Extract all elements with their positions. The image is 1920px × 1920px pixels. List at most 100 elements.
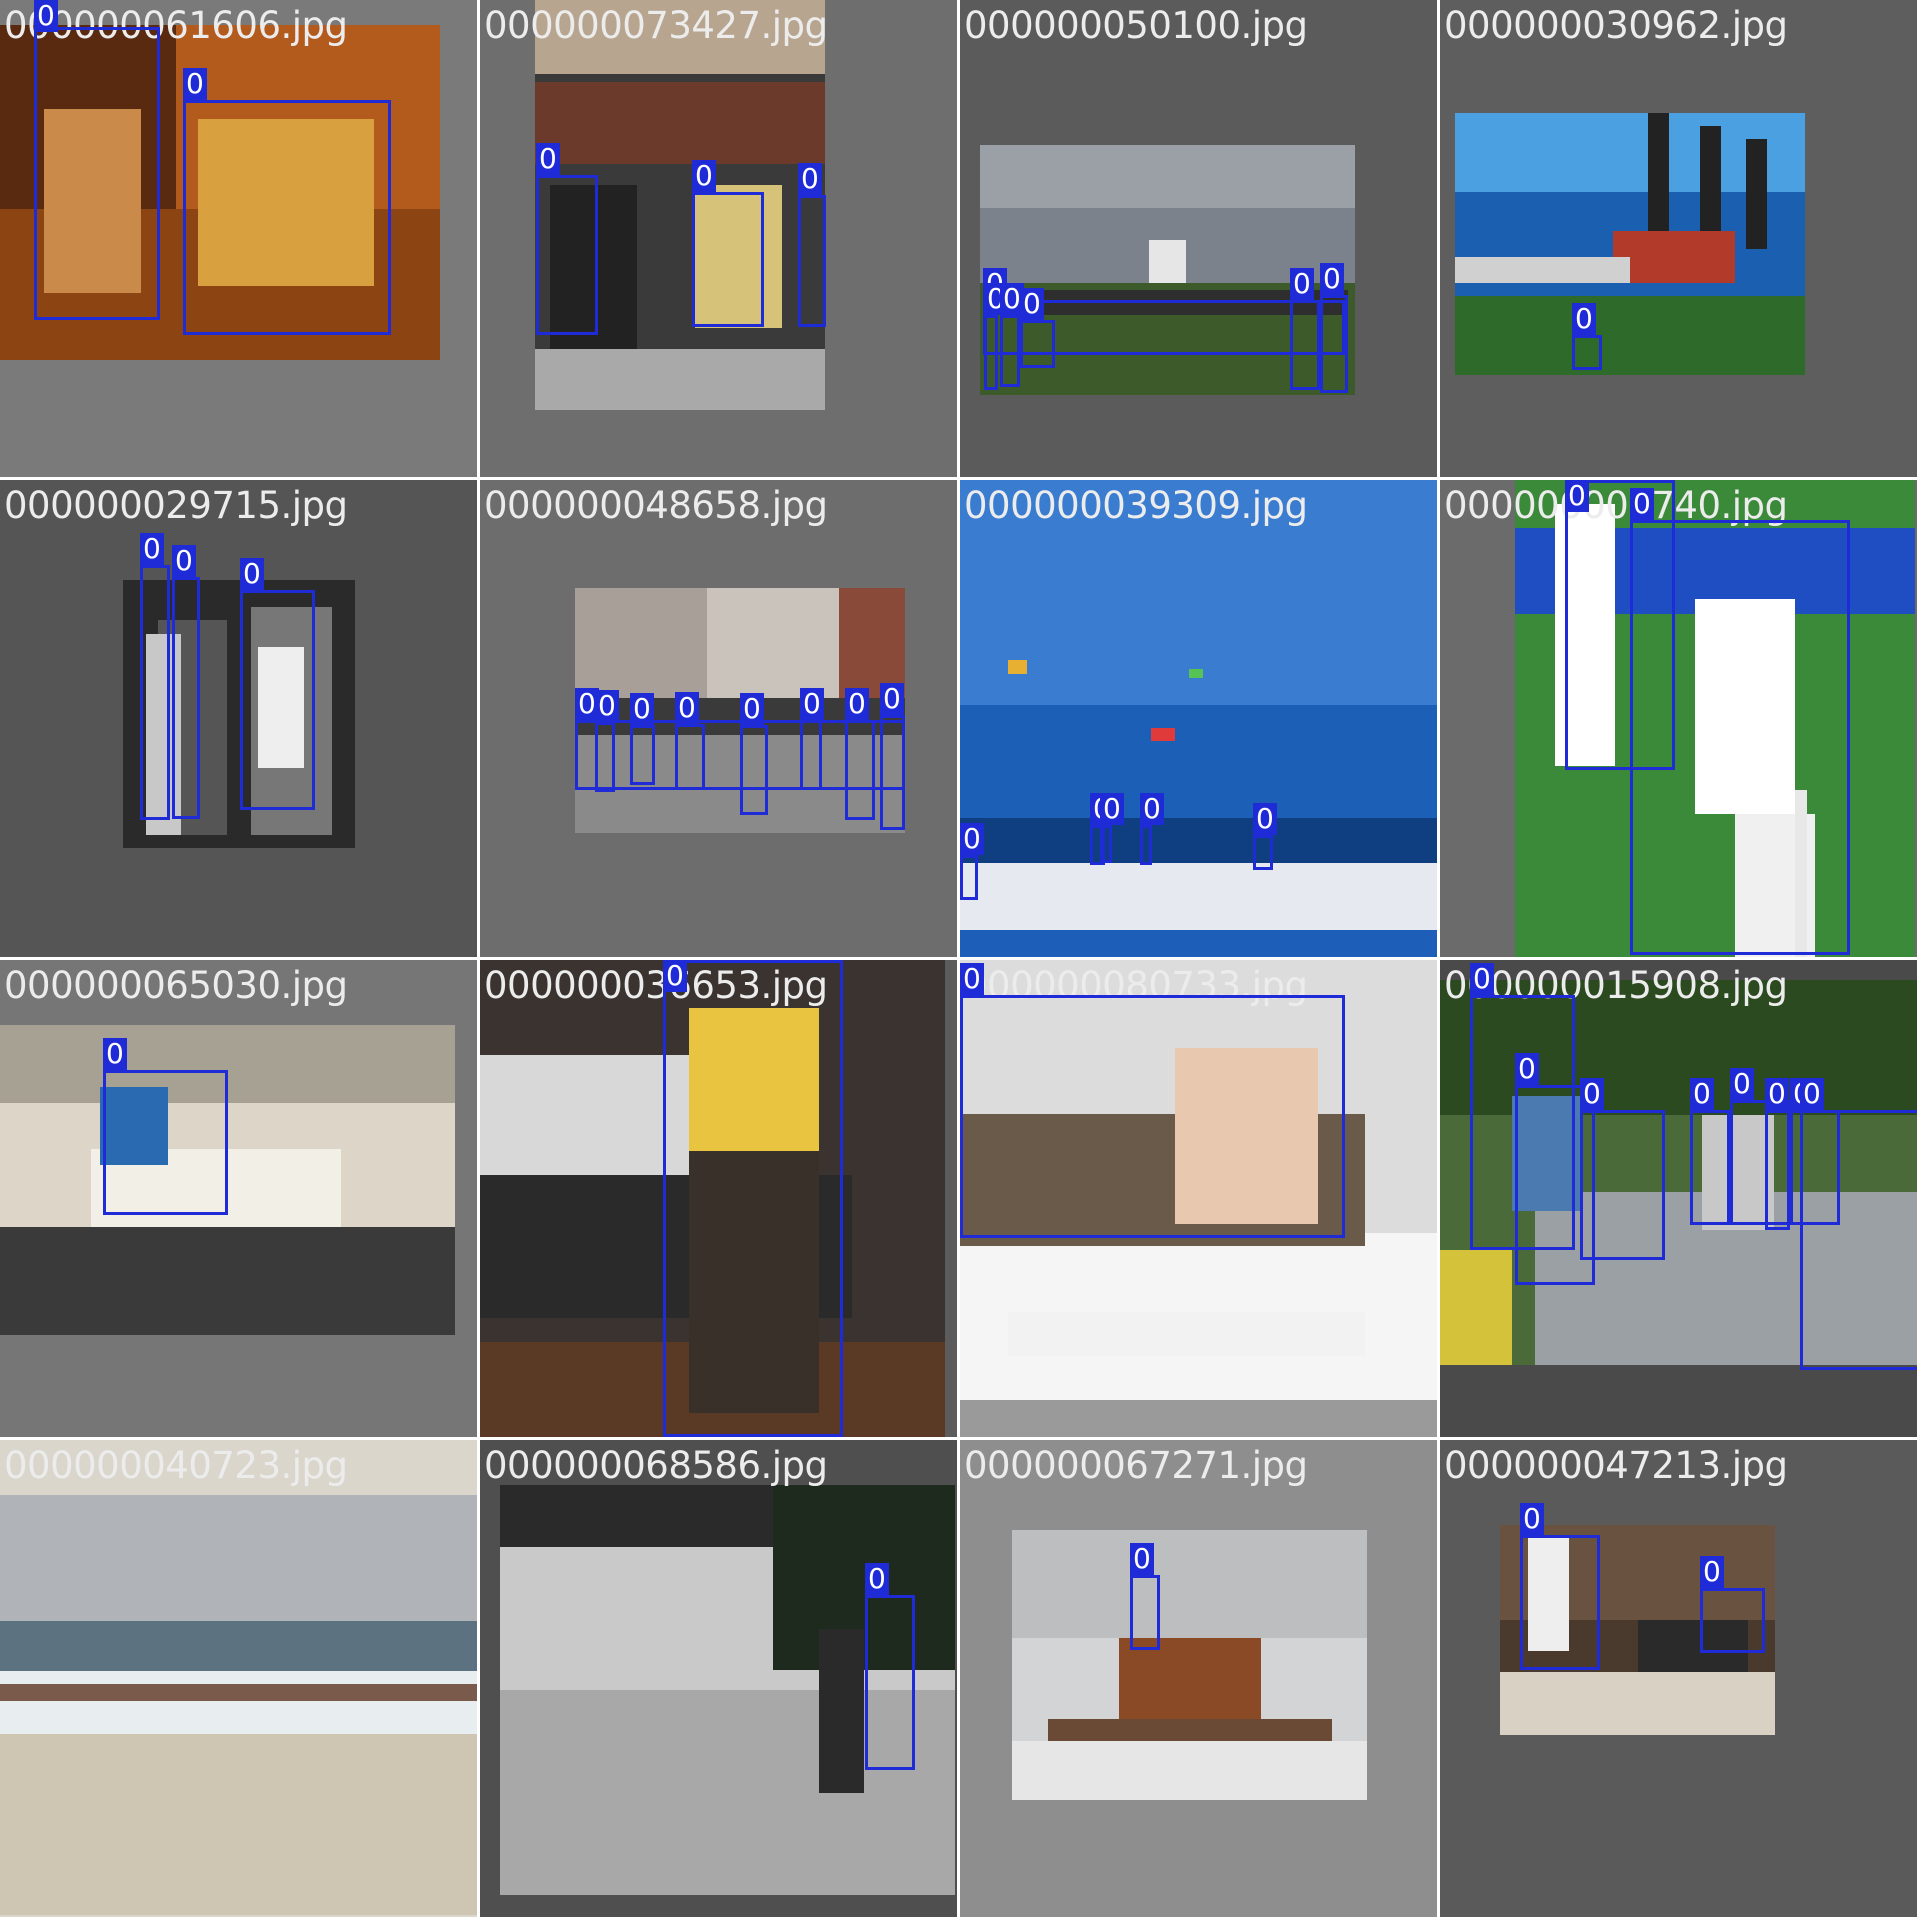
detection-box xyxy=(1320,295,1348,393)
detection-box xyxy=(1800,1110,1917,1370)
grid-tile: 000000040723.jpg xyxy=(0,1440,477,1917)
detection-class-label: 0 xyxy=(240,558,264,590)
tile-filename: 000000073427.jpg xyxy=(484,4,828,47)
photo-region xyxy=(1150,727,1175,741)
detection-class-label: 0 xyxy=(536,143,560,175)
detection-box xyxy=(240,590,315,810)
detection-box xyxy=(1580,1110,1665,1260)
photo-region xyxy=(535,82,825,164)
detection-class-label: 0 xyxy=(1690,1078,1714,1110)
photo-region xyxy=(1745,139,1767,250)
tile-filename: 000000068586.jpg xyxy=(484,1444,828,1487)
tile-photo xyxy=(1012,1530,1367,1800)
detection-class-label: 0 xyxy=(1520,1503,1544,1535)
photo-region xyxy=(0,1226,455,1335)
photo-region xyxy=(1148,240,1187,285)
detection-class-label: 0 xyxy=(740,693,764,725)
detection-box xyxy=(630,725,655,785)
detection-class-label: 0 xyxy=(880,683,904,715)
detection-box xyxy=(675,724,705,790)
detection-box xyxy=(183,100,391,335)
photo-region xyxy=(1455,257,1630,284)
detection-class-label: 0 xyxy=(34,0,58,32)
photo-region xyxy=(980,145,1355,208)
photo-region xyxy=(1188,669,1204,678)
detection-box xyxy=(692,192,764,327)
detection-class-label: 0 xyxy=(1290,268,1314,300)
detection-class-label: 0 xyxy=(960,963,984,995)
photo-region xyxy=(1047,1719,1332,1741)
tile-filename: 000000067271.jpg xyxy=(964,1444,1308,1487)
detection-class-label: 0 xyxy=(1630,488,1654,520)
detection-box xyxy=(880,715,905,830)
photo-region xyxy=(535,348,825,410)
detection-box xyxy=(1690,1110,1730,1225)
detection-class-label: 0 xyxy=(845,688,869,720)
grid-tile: 000000080733.jpg 0 xyxy=(960,960,1437,1437)
detection-box xyxy=(1520,1535,1600,1670)
photo-region xyxy=(480,1055,690,1175)
photo-region xyxy=(1455,296,1805,375)
detection-class-label: 0 xyxy=(140,533,164,565)
detection-box xyxy=(34,27,160,320)
detection-class-label: 0 xyxy=(1470,963,1494,995)
photo-region xyxy=(960,862,1437,930)
tile-photo xyxy=(1455,113,1805,375)
detection-class-label: 0 xyxy=(960,823,984,855)
detection-box xyxy=(865,1595,915,1770)
photo-region xyxy=(0,1726,477,1915)
detection-class-label: 0 xyxy=(103,1038,127,1070)
detection-box xyxy=(960,995,1345,1238)
tile-filename: 000000030962.jpg xyxy=(1444,4,1788,47)
grid-tile: 000000048658.jpg 0 0 0 0 0 0 0 0 xyxy=(480,480,957,957)
photo-region xyxy=(1700,126,1721,244)
photo-region xyxy=(1647,113,1669,244)
grid-tile: 000000036653.jpg 0 xyxy=(480,960,957,1437)
grid-tile: 000000067271.jpg 0 xyxy=(960,1440,1437,1917)
detection-box xyxy=(1140,825,1152,865)
detection-class-label: 0 xyxy=(1580,1078,1604,1110)
detection-class-label: 0 xyxy=(800,688,824,720)
detection-box xyxy=(960,855,978,900)
detection-box xyxy=(1700,1588,1765,1653)
detection-class-label: 0 xyxy=(692,160,716,192)
detection-class-label: 0 xyxy=(1515,1053,1539,1085)
photo-region xyxy=(0,1621,477,1672)
detection-class-label: 0 xyxy=(1765,1078,1789,1110)
grid-tile: 000000061606.jpg 0 0 xyxy=(0,0,477,477)
tile-filename: 000000040723.jpg xyxy=(4,1444,348,1487)
detection-box xyxy=(845,720,875,820)
tile-filename: 000000029715.jpg xyxy=(4,484,348,527)
detection-class-label: 0 xyxy=(1253,803,1277,835)
photo-region xyxy=(818,1628,864,1793)
grid-tile: 000000047213.jpg 0 0 xyxy=(1440,1440,1917,1917)
detection-class-label: 0 xyxy=(675,692,699,724)
grid-tile: 000000065030.jpg 0 xyxy=(0,960,477,1437)
detection-class-label: 0 xyxy=(798,163,822,195)
photo-region xyxy=(1500,1672,1775,1735)
detection-box xyxy=(1100,825,1112,863)
detection-class-label: 0 xyxy=(1140,793,1164,825)
grid-tile: 000000068586.jpg 0 xyxy=(480,1440,957,1917)
detection-class-label: 0 xyxy=(1130,1543,1154,1575)
grid-tile: 000000030962.jpg 0 xyxy=(1440,0,1917,477)
photo-region xyxy=(0,1495,477,1621)
mosaic-grid: 000000061606.jpg 0 0 000000073427.jpg 0 0 0 000… xyxy=(0,0,1920,1920)
detection-box xyxy=(1290,300,1320,390)
detection-box xyxy=(1765,1110,1790,1230)
detection-class-label: 0 xyxy=(1800,1078,1824,1110)
tile-filename: 000000039309.jpg xyxy=(964,484,1308,527)
tile-filename: 000000048658.jpg xyxy=(484,484,828,527)
grid-tile: 000000073427.jpg 0 0 0 xyxy=(480,0,957,477)
detection-box xyxy=(798,195,826,327)
detection-class-label: 0 xyxy=(1100,793,1124,825)
detection-class-label: 0 xyxy=(1730,1068,1754,1100)
photo-region xyxy=(1012,1740,1367,1800)
detection-box xyxy=(1630,520,1850,955)
grid-tile: 000000050100.jpg000000 xyxy=(960,0,1437,477)
detection-box xyxy=(1000,315,1020,387)
detection-box xyxy=(1572,335,1602,370)
tile-photo xyxy=(960,480,1437,930)
detection-box xyxy=(595,722,615,792)
photo-region xyxy=(1440,1249,1512,1365)
